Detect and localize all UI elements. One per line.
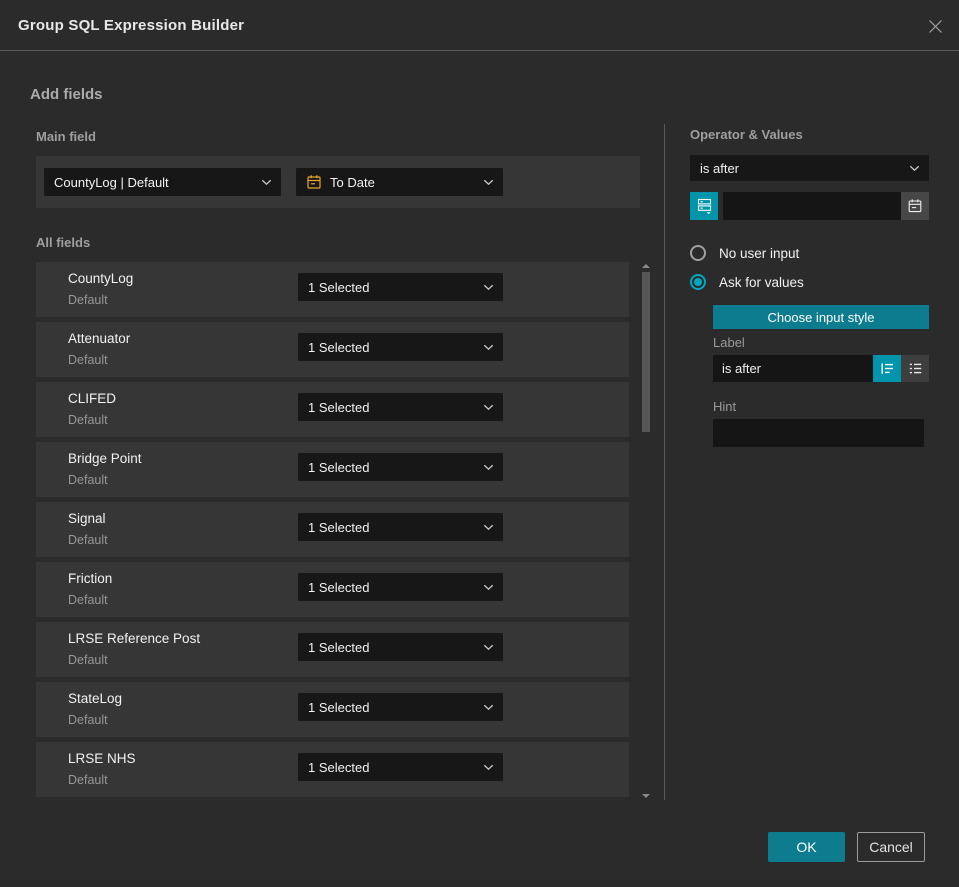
main-field-select[interactable]: CountyLog | Default <box>44 168 281 196</box>
field-selected-dropdown[interactable]: 1 Selected <box>298 633 503 661</box>
chevron-down-icon <box>484 179 493 185</box>
no-user-input-radio[interactable]: No user input <box>690 245 799 261</box>
choose-input-style-button[interactable]: Choose input style <box>713 305 929 329</box>
label-input[interactable] <box>713 355 873 382</box>
scrollbar-thumb[interactable] <box>642 272 650 432</box>
calendar-icon <box>908 199 922 213</box>
chevron-down-icon <box>910 165 919 171</box>
cancel-button[interactable]: Cancel <box>857 832 925 862</box>
date-type-select[interactable]: To Date <box>296 168 503 196</box>
field-selected-value: 1 Selected <box>308 699 370 715</box>
group-sql-expression-builder-dialog: Group SQL Expression Builder Add fields … <box>0 0 959 887</box>
field-selected-value: 1 Selected <box>308 519 370 535</box>
chevron-down-icon <box>262 179 271 185</box>
close-icon <box>928 19 942 33</box>
chevron-down-icon <box>484 644 493 650</box>
dialog-title: Group SQL Expression Builder <box>18 16 245 34</box>
field-selected-value: 1 Selected <box>308 579 370 595</box>
chevron-down-icon <box>484 284 493 290</box>
main-field-panel: CountyLog | Default To Date <box>36 156 640 208</box>
add-fields-heading: Add fields <box>30 86 103 103</box>
label-heading: Label <box>713 335 745 350</box>
field-selected-value: 1 Selected <box>308 339 370 355</box>
field-selected-dropdown[interactable]: 1 Selected <box>298 273 503 301</box>
bullet-list-icon <box>909 363 921 374</box>
chevron-down-icon <box>484 404 493 410</box>
chevron-down-icon <box>484 464 493 470</box>
chevron-down-icon <box>484 584 493 590</box>
field-selected-value: 1 Selected <box>308 759 370 775</box>
hint-input[interactable] <box>713 419 924 447</box>
calendar-icon-yellow <box>307 175 321 189</box>
all-fields-heading: All fields <box>36 235 91 250</box>
field-row: Friction Default 1 Selected <box>36 562 629 617</box>
field-selected-value: 1 Selected <box>308 639 370 655</box>
field-selected-dropdown[interactable]: 1 Selected <box>298 513 503 541</box>
field-row: Signal Default 1 Selected <box>36 502 629 557</box>
dialog-header: Group SQL Expression Builder <box>0 0 959 51</box>
ok-button[interactable]: OK <box>768 832 845 862</box>
fields-scrollbar[interactable] <box>641 262 651 800</box>
ask-for-values-label: Ask for values <box>719 274 804 290</box>
no-user-input-label: No user input <box>719 245 800 261</box>
chevron-down-icon <box>484 524 493 530</box>
field-selected-dropdown[interactable]: 1 Selected <box>298 693 503 721</box>
single-line-style-button[interactable] <box>873 355 901 382</box>
field-selected-dropdown[interactable]: 1 Selected <box>298 453 503 481</box>
field-selected-value: 1 Selected <box>308 399 370 415</box>
ask-for-values-radio[interactable]: Ask for values <box>690 274 804 290</box>
list-values-icon <box>697 198 711 215</box>
list-style-button[interactable] <box>901 355 929 382</box>
field-selected-value: 1 Selected <box>308 279 370 295</box>
field-row: CLIFED Default 1 Selected <box>36 382 629 437</box>
radio-unselected-icon <box>690 245 706 261</box>
date-picker-button[interactable] <box>901 192 929 220</box>
field-row: CountyLog Default 1 Selected <box>36 262 629 317</box>
close-button[interactable] <box>923 14 947 38</box>
field-selected-dropdown[interactable]: 1 Selected <box>298 573 503 601</box>
panel-divider <box>664 124 665 800</box>
value-input[interactable] <box>723 192 901 220</box>
scroll-up-icon[interactable] <box>642 264 650 268</box>
all-fields-list: CountyLog Default 1 Selected Attenuator Defa… <box>36 262 629 802</box>
main-field-select-value: CountyLog | Default <box>54 174 169 190</box>
chevron-down-icon <box>484 764 493 770</box>
chevron-down-icon <box>484 344 493 350</box>
chevron-down-icon <box>484 704 493 710</box>
align-left-icon <box>881 363 893 374</box>
scroll-down-icon[interactable] <box>642 794 650 798</box>
unique-values-button[interactable] <box>690 192 718 220</box>
field-row: Attenuator Default 1 Selected <box>36 322 629 377</box>
date-type-select-value: To Date <box>330 174 375 190</box>
field-row: Bridge Point Default 1 Selected <box>36 442 629 497</box>
field-selected-dropdown[interactable]: 1 Selected <box>298 393 503 421</box>
field-selected-dropdown[interactable]: 1 Selected <box>298 333 503 361</box>
operator-values-heading: Operator & Values <box>690 127 803 142</box>
field-selected-value: 1 Selected <box>308 459 370 475</box>
value-input-row <box>690 192 929 220</box>
field-selected-dropdown[interactable]: 1 Selected <box>298 753 503 781</box>
field-row: StateLog Default 1 Selected <box>36 682 629 737</box>
hint-heading: Hint <box>713 399 737 414</box>
operator-select-value: is after <box>700 160 740 176</box>
radio-selected-icon <box>690 274 706 290</box>
main-field-heading: Main field <box>36 129 96 144</box>
field-row: LRSE NHS Default 1 Selected <box>36 742 629 797</box>
field-row: LRSE Reference Post Default 1 Selected <box>36 622 629 677</box>
operator-select[interactable]: is after <box>690 155 929 181</box>
label-input-row <box>713 355 929 382</box>
